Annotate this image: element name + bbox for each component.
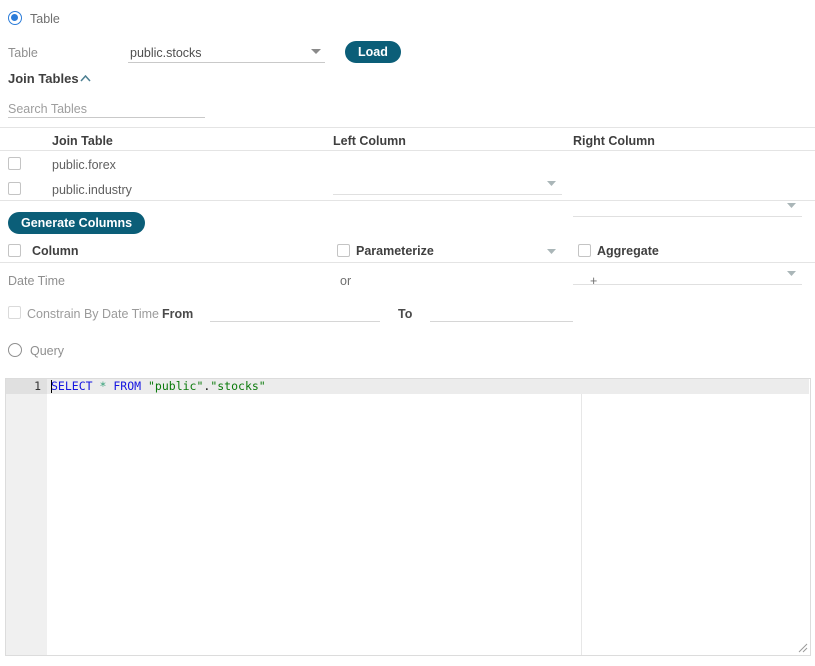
- right-column-header: Right Column: [573, 134, 655, 148]
- table-mode-radio[interactable]: [8, 11, 22, 25]
- chevron-down-icon: [311, 49, 321, 55]
- print-margin-line: [581, 379, 582, 655]
- sql-token: FROM: [113, 379, 141, 393]
- sql-token: [141, 379, 148, 393]
- search-tables-input[interactable]: [8, 100, 205, 118]
- right-column-select[interactable]: [573, 263, 802, 285]
- table-mode-radio-label: Table: [30, 12, 60, 26]
- aggregate-checkbox[interactable]: [578, 244, 591, 257]
- line-number: 1: [6, 379, 41, 394]
- divider: [0, 150, 815, 151]
- constrain-by-date-time-label: Constrain By Date Time: [27, 307, 159, 321]
- date-time-label: Date Time: [8, 274, 65, 288]
- from-input[interactable]: [210, 304, 380, 322]
- load-button[interactable]: Load: [345, 41, 401, 63]
- sql-code-line[interactable]: SELECT * FROM "public"."stocks": [51, 379, 266, 394]
- to-input[interactable]: [430, 304, 573, 322]
- divider: [0, 127, 815, 128]
- generate-columns-button[interactable]: Generate Columns: [8, 212, 145, 234]
- or-label: or: [340, 274, 351, 288]
- aggregate-checkbox-label: Aggregate: [597, 244, 659, 258]
- chevron-up-icon[interactable]: [80, 75, 91, 82]
- join-tables-header: Join Tables: [8, 71, 79, 86]
- chevron-down-icon: [787, 203, 796, 209]
- column-checkbox[interactable]: [8, 244, 21, 257]
- join-row-checkbox[interactable]: [8, 182, 21, 195]
- parameterize-checkbox[interactable]: [337, 244, 350, 257]
- right-column-select[interactable]: [573, 195, 802, 217]
- text-cursor: [51, 380, 52, 393]
- table-select-value: public.stocks: [128, 46, 202, 60]
- sql-token: "stocks": [210, 379, 265, 393]
- divider: [0, 200, 815, 201]
- table-select[interactable]: public.stocks: [128, 43, 325, 63]
- join-table-name: public.forex: [52, 158, 116, 172]
- from-label: From: [162, 307, 193, 321]
- resize-handle-icon[interactable]: [795, 640, 808, 653]
- chevron-down-icon: [547, 181, 556, 187]
- table-field-label: Table: [8, 46, 38, 60]
- join-table-column-header: Join Table: [52, 134, 113, 148]
- chevron-down-icon: [547, 249, 556, 255]
- column-checkbox-label: Column: [32, 244, 79, 258]
- join-row-checkbox[interactable]: [8, 157, 21, 170]
- editor-gutter: 1: [6, 379, 47, 655]
- query-mode-radio-label: Query: [30, 344, 64, 358]
- plus-label: +: [590, 274, 597, 288]
- table-row: public.forex: [0, 20, 815, 64]
- join-table-name: public.industry: [52, 183, 132, 197]
- left-column-header: Left Column: [333, 134, 406, 148]
- left-column-select[interactable]: [333, 173, 562, 195]
- divider: [0, 262, 815, 263]
- sql-token: SELECT: [51, 379, 93, 393]
- query-mode-radio[interactable]: [8, 343, 22, 357]
- parameterize-checkbox-label: Parameterize: [356, 244, 434, 258]
- sql-token: "public": [148, 379, 203, 393]
- data-source-settings-panel: Table Table public.stocks Load Join Tabl…: [0, 0, 815, 666]
- to-label: To: [398, 307, 412, 321]
- sql-editor[interactable]: 1 SELECT * FROM "public"."stocks": [5, 378, 811, 656]
- chevron-down-icon: [787, 271, 796, 277]
- constrain-by-date-time-checkbox[interactable]: [8, 306, 21, 319]
